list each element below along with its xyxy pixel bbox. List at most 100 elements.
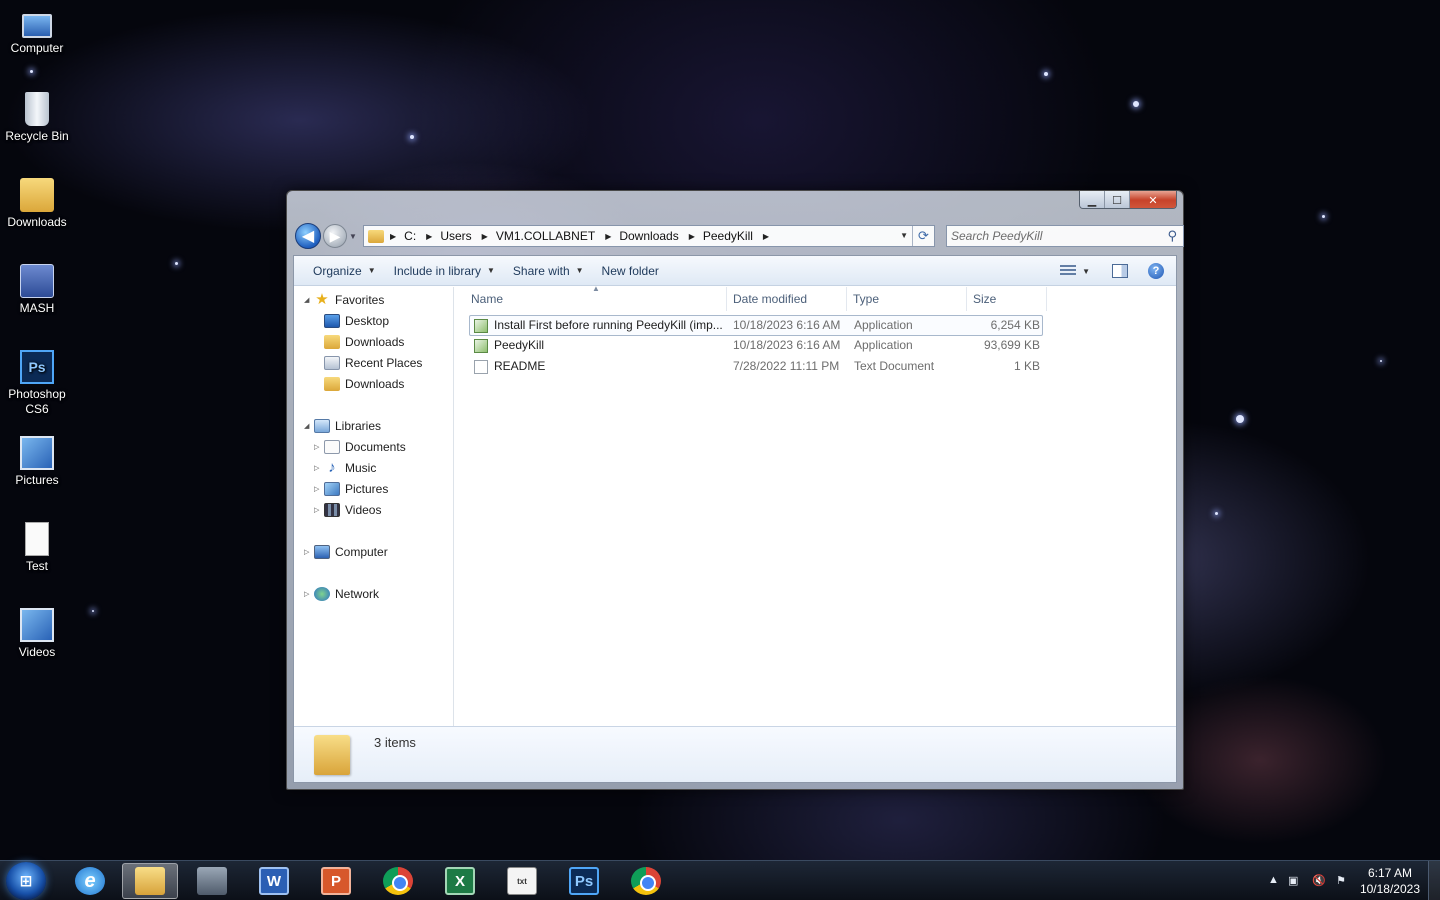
column-header-size[interactable]: Size xyxy=(967,287,1047,311)
taskbar-photoshop[interactable]: Ps xyxy=(556,863,612,899)
navigation-pane: ◢ ★ Favorites Desktop Downloads Recent Pla… xyxy=(294,287,454,726)
refresh-icon[interactable]: ⟳ xyxy=(912,226,934,246)
desktop-icon-pictures[interactable]: Pictures xyxy=(0,436,74,488)
search-input[interactable] xyxy=(951,229,1161,243)
recent-pages-dropdown-icon[interactable]: ▼ xyxy=(349,232,361,241)
minimize-button[interactable]: ▁ xyxy=(1080,191,1105,208)
show-hidden-icons-icon[interactable]: ▲ xyxy=(1268,874,1279,886)
file-row[interactable]: README 7/28/2022 11:11 PM Text Document … xyxy=(469,357,1043,378)
view-options-dropdown-icon[interactable]: ▼ xyxy=(1082,267,1090,276)
tree-item-music[interactable]: ▷ ♪ Music xyxy=(314,457,376,478)
forward-button[interactable]: ▶ xyxy=(323,224,347,248)
include-in-library-button[interactable]: Include in library ▼ xyxy=(385,264,504,278)
address-dropdown-icon[interactable]: ▼ xyxy=(900,226,908,246)
taskbar-excel[interactable]: X xyxy=(432,863,488,899)
collapse-arrow-icon[interactable]: ◢ xyxy=(304,296,314,304)
volume-muted-icon[interactable]: 🔇 xyxy=(1312,874,1326,887)
organize-button[interactable]: Organize ▼ xyxy=(304,264,385,278)
change-view-icon[interactable] xyxy=(1060,265,1077,277)
chevron-right-icon: ▶ xyxy=(426,231,433,241)
docx-icon xyxy=(25,522,49,556)
back-button[interactable]: ◀ xyxy=(295,223,321,249)
tree-label: Downloads xyxy=(345,334,405,349)
expand-arrow-icon[interactable]: ▷ xyxy=(314,443,324,451)
breadcrumb-label: Downloads xyxy=(619,229,679,243)
address-bar[interactable]: ▶ C: ▶ Users ▶ VM1.COLLABNET ▶ Downloads ▶ Pe… xyxy=(363,225,935,247)
tree-label: Network xyxy=(335,586,380,601)
file-date: 10/18/2023 6:16 AM xyxy=(733,318,841,332)
breadcrumb-users[interactable]: ▶ Users xyxy=(426,229,472,243)
tree-item-pictures[interactable]: ▷ Pictures xyxy=(314,478,388,499)
tree-item-downloads-2[interactable]: Downloads xyxy=(324,373,404,394)
tree-label: Documents xyxy=(345,439,406,454)
column-header-type[interactable]: Type xyxy=(847,287,967,311)
expand-arrow-icon[interactable]: ▷ xyxy=(304,548,314,556)
taskbar-notepad[interactable]: txt xyxy=(494,863,550,899)
tree-label: Recent Places xyxy=(345,355,423,370)
tree-favorites[interactable]: ◢ ★ Favorites xyxy=(304,289,384,310)
tree-item-documents[interactable]: ▷ Documents xyxy=(314,436,406,457)
taskbar-resource-monitor[interactable] xyxy=(184,863,240,899)
expand-arrow-icon[interactable]: ▷ xyxy=(304,590,314,598)
close-button[interactable]: ✕ xyxy=(1130,191,1176,208)
expand-arrow-icon[interactable]: ▷ xyxy=(314,464,324,472)
tree-item-desktop[interactable]: Desktop xyxy=(324,310,389,331)
desktop-icon-label: Test xyxy=(25,559,48,573)
tree-item-recent-places[interactable]: Recent Places xyxy=(324,352,422,373)
breadcrumb-label: PeedyKill xyxy=(702,229,753,243)
breadcrumb-vm1[interactable]: ▶ VM1.COLLABNET xyxy=(482,229,596,243)
show-desktop-button[interactable] xyxy=(1428,861,1440,900)
taskbar-chrome-2[interactable] xyxy=(618,863,674,899)
expand-arrow-icon[interactable]: ▷ xyxy=(314,485,324,493)
chevron-down-icon: ▼ xyxy=(367,266,376,275)
taskbar-word[interactable]: W xyxy=(246,863,302,899)
clock[interactable]: 6:17 AM 10/18/2023 xyxy=(1360,865,1420,897)
column-header-name[interactable]: Name xyxy=(465,287,727,311)
tree-label: Downloads xyxy=(345,376,405,391)
documents-icon xyxy=(324,439,340,454)
taskbar-chrome[interactable] xyxy=(370,863,426,899)
desktop-icon-downloads[interactable]: Downloads xyxy=(0,178,74,230)
taskbar-windows-explorer[interactable] xyxy=(122,863,178,899)
column-header-label: Date modified xyxy=(733,292,808,306)
explorer-window[interactable]: ▁ ☐ ✕ ◀ ▶ ▼ ▶ C: ▶ Users ▶ VM1.COLLABNET ▶ D… xyxy=(286,190,1184,790)
tree-libraries[interactable]: ◢ Libraries xyxy=(304,415,381,436)
clock-time: 6:17 AM xyxy=(1367,866,1412,880)
tree-item-downloads[interactable]: Downloads xyxy=(324,331,404,352)
preview-pane-icon[interactable] xyxy=(1112,264,1128,278)
tree-item-videos[interactable]: ▷ Videos xyxy=(314,499,381,520)
desktop-icon-recycle-bin[interactable]: Recycle Bin xyxy=(0,92,74,144)
action-center-flag-icon[interactable]: ⚑ xyxy=(1336,874,1346,887)
maximize-button[interactable]: ☐ xyxy=(1105,191,1130,208)
desktop-icon-mash[interactable]: MASH xyxy=(0,264,74,316)
desktop-icon-computer[interactable]: Computer xyxy=(0,6,74,56)
file-size: 93,699 KB xyxy=(983,338,1040,352)
share-with-button[interactable]: Share with ▼ xyxy=(504,264,593,278)
search-icon[interactable]: ⚲ xyxy=(1167,228,1177,244)
file-row[interactable]: Install First before running PeedyKill (… xyxy=(469,315,1043,336)
desktop-icon-test[interactable]: Test xyxy=(0,522,74,574)
downloads-folder-icon xyxy=(324,334,340,349)
help-icon[interactable]: ? xyxy=(1148,263,1164,279)
breadcrumb-more[interactable]: ▶ xyxy=(763,232,777,241)
chevron-right-icon: ▶ xyxy=(762,231,770,241)
network-tray-icon[interactable]: ▣ xyxy=(1288,874,1298,887)
network-icon xyxy=(314,586,330,601)
recycle-bin-icon xyxy=(25,92,49,126)
breadcrumb-c[interactable]: ▶ C: xyxy=(390,229,416,243)
chevron-down-icon: ▼ xyxy=(575,266,584,275)
start-button[interactable]: ⊞ xyxy=(6,862,46,900)
tree-computer[interactable]: ▷ Computer xyxy=(304,541,388,562)
desktop-icon-videos[interactable]: Videos xyxy=(0,608,74,660)
column-header-date-modified[interactable]: Date modified xyxy=(727,287,847,311)
collapse-arrow-icon[interactable]: ◢ xyxy=(304,422,314,430)
expand-arrow-icon[interactable]: ▷ xyxy=(314,506,324,514)
desktop-icon-photoshop[interactable]: Ps Photoshop CS6 xyxy=(0,350,74,417)
breadcrumb-peedykill[interactable]: ▶ PeedyKill xyxy=(689,229,753,243)
taskbar-internet-explorer[interactable]: e xyxy=(62,863,118,899)
new-folder-button[interactable]: New folder xyxy=(593,264,668,278)
taskbar-powerpoint[interactable]: P xyxy=(308,863,364,899)
tree-network[interactable]: ▷ Network xyxy=(304,583,379,604)
file-row[interactable]: PeedyKill 10/18/2023 6:16 AM Application… xyxy=(469,336,1043,357)
breadcrumb-downloads[interactable]: ▶ Downloads xyxy=(605,229,679,243)
